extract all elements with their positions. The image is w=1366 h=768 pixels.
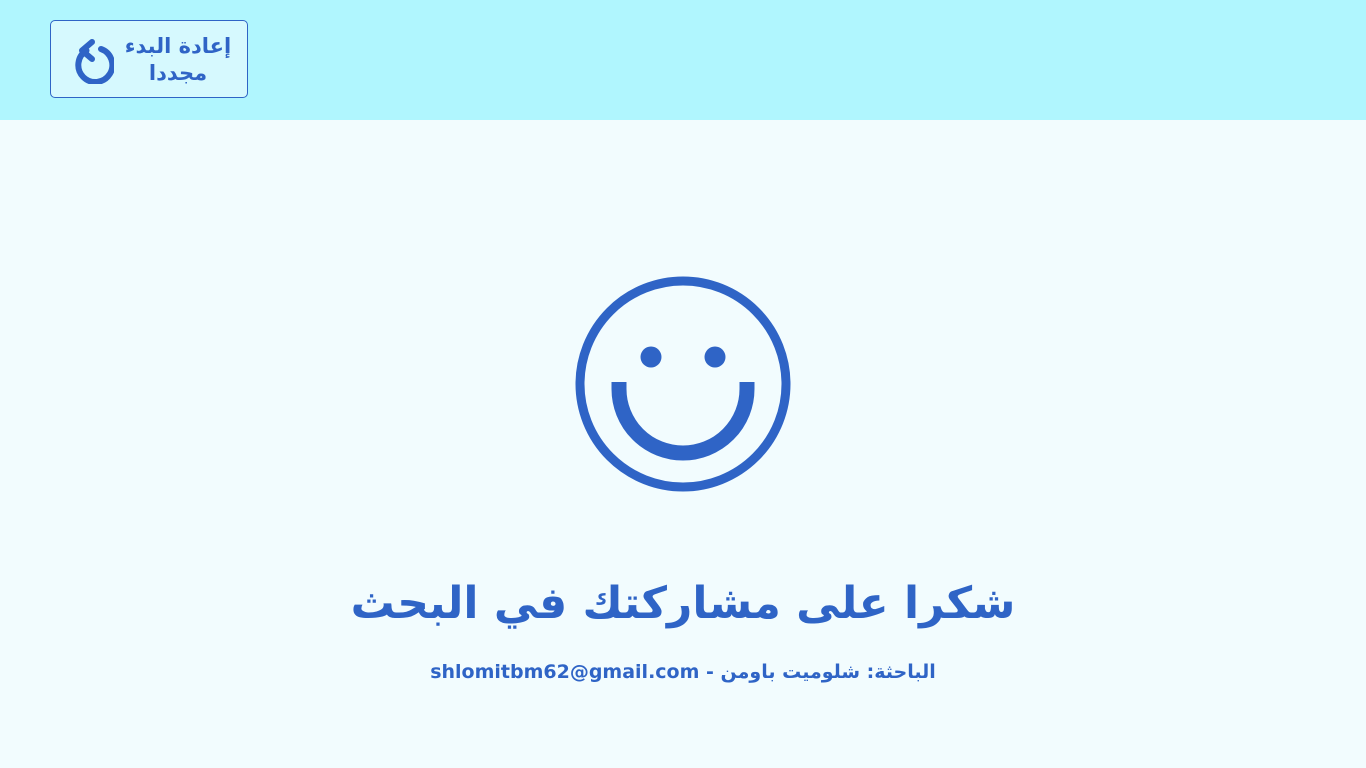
top-bar: إعادة البدء مجددا bbox=[0, 0, 1366, 120]
thank-you-title: شكرا على مشاركتك في البحث bbox=[350, 578, 1016, 629]
smiley-face-icon bbox=[575, 276, 791, 492]
restart-button[interactable]: إعادة البدء مجددا bbox=[50, 20, 248, 98]
restart-arrow-icon bbox=[75, 39, 114, 84]
restart-button-label: إعادة البدء مجددا bbox=[124, 34, 232, 85]
researcher-contact: الباحثة: شلوميت باومن - shlomitbm62@gmai… bbox=[430, 661, 936, 683]
